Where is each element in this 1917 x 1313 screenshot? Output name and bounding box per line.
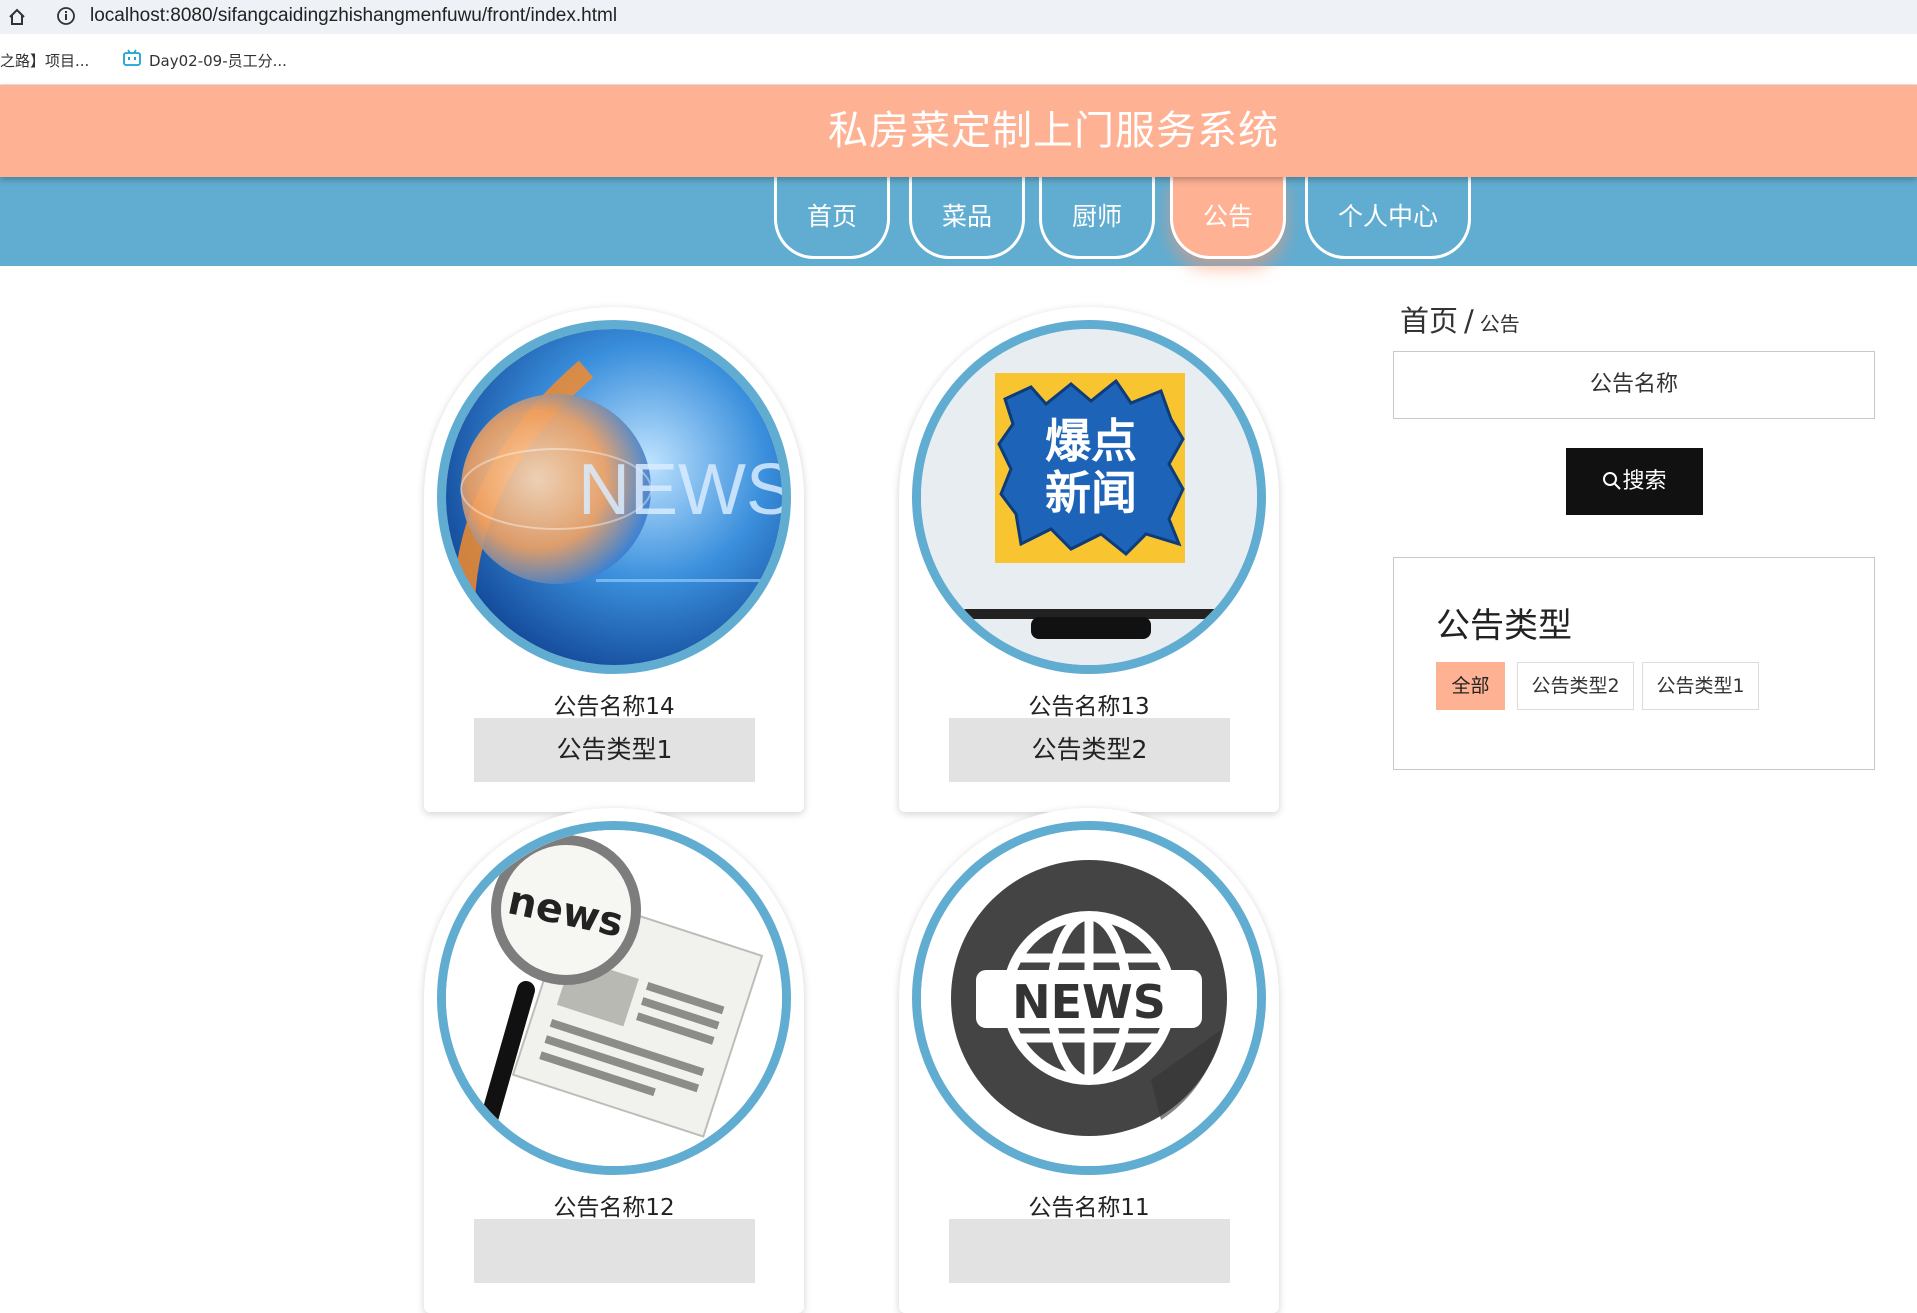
notice-image[interactable]: 爆点 新闻 [912,320,1266,674]
breadcrumb-separator: / [1464,304,1474,338]
news-globe-image: NEWS [446,329,782,665]
notice-type-panel: 公告类型 全部 公告类型2 公告类型1 [1393,557,1875,770]
notice-type-label[interactable]: 公告类型1 [474,718,755,782]
newspaper-magnifier-image: news [446,830,782,1166]
nav-item-dishes[interactable]: 菜品 [909,177,1025,259]
notice-name: 公告名称12 [553,1195,675,1221]
notice-card[interactable]: news 公告名称12 [424,808,804,1313]
notice-name: 公告名称13 [1028,694,1150,720]
news-globe-icon-image: NEWS [921,830,1257,1166]
bookmark-item[interactable]: 之路】项目... [0,50,89,71]
search-icon [1603,472,1622,490]
type-tag-all[interactable]: 全部 [1436,662,1505,710]
notice-card[interactable]: NEWS 公告名称11 [899,808,1279,1313]
search-button-label: 搜索 [1622,469,1667,494]
search-button[interactable]: 搜索 [1566,448,1703,515]
notice-card[interactable]: NEWS 公告名称14 公告类型1 [424,307,804,812]
notice-image[interactable]: news [437,821,791,1175]
notice-type-label[interactable] [949,1219,1230,1283]
browser-address-bar: localhost:8080/sifangcaidingzhishangmenf… [0,0,1917,34]
notice-image[interactable]: NEWS [437,320,791,674]
breaking-news-line1: 爆点 [1045,414,1137,468]
notice-type-label[interactable]: 公告类型2 [949,718,1230,782]
site-title: 私房菜定制上门服务系统 [828,108,1279,154]
notice-type-label[interactable] [474,1219,755,1283]
notice-name-search-input[interactable]: 公告名称 [1393,351,1875,419]
notice-name: 公告名称11 [1028,1195,1150,1221]
news-image-text: NEWS [578,450,782,530]
nav-item-notices[interactable]: 公告 [1170,177,1286,259]
breadcrumb-current: 公告 [1479,312,1520,336]
nav-item-personal-center[interactable]: 个人中心 [1305,177,1471,259]
bookmark-item[interactable]: Day02-09-员工分... [149,50,287,71]
bookmarks-bar: 之路】项目... Day02-09-员工分... [0,34,1917,85]
type-tag-type2[interactable]: 公告类型2 [1517,662,1634,710]
url-field[interactable]: localhost:8080/sifangcaidingzhishangmenf… [90,2,617,30]
bilibili-icon [123,49,141,66]
notice-type-title: 公告类型 [1436,606,1572,646]
notice-image[interactable]: NEWS [912,821,1266,1175]
notice-name: 公告名称14 [553,694,675,720]
nav-item-home[interactable]: 首页 [774,177,890,259]
breadcrumb-home[interactable]: 首页 [1400,304,1458,338]
site-info-icon[interactable] [55,5,77,27]
main-nav: 首页 菜品 厨师 公告 个人中心 [0,177,1917,266]
breadcrumb: 首页 / 公告 [1400,298,1520,340]
news-badge-text: NEWS [1012,975,1166,1029]
type-tag-type1[interactable]: 公告类型1 [1642,662,1759,710]
notice-card[interactable]: 爆点 新闻 公告名称13 公告类型2 [899,307,1279,812]
breaking-news-line2: 新闻 [1045,466,1137,520]
site-header: 私房菜定制上门服务系统 [0,85,1917,177]
nav-item-chefs[interactable]: 厨师 [1039,177,1155,259]
breaking-news-image: 爆点 新闻 [921,329,1257,665]
home-icon[interactable] [6,6,28,28]
